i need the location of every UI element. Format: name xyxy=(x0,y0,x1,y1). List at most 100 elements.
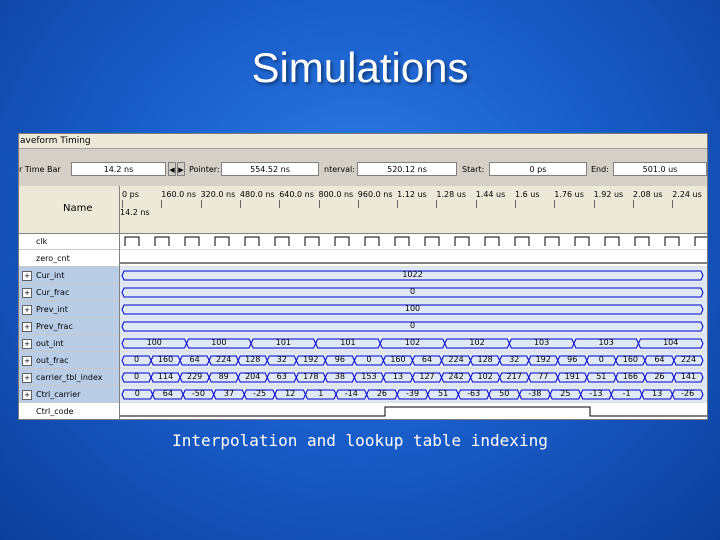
expand-icon[interactable]: + xyxy=(22,356,32,366)
expand-icon[interactable]: + xyxy=(22,305,32,315)
time-tick-label: 1.44 us xyxy=(475,190,506,199)
signal-row-name[interactable]: zero_cnt xyxy=(19,250,119,267)
signal-name-label: Prev_frac xyxy=(36,322,73,331)
signal-waveform[interactable]: 0 160 64 224 128 32 192 96 0 160 64 224 128 32 192 96 0 1… xyxy=(120,352,707,369)
bus-value-label: 0 xyxy=(133,372,140,381)
signal-row-name[interactable]: + out_frac xyxy=(19,352,119,369)
signal-waveform[interactable]: 0 64 -50 37 -25 12 1 -14 26 -39 51 -63 50 -38 25 -13 -1 1… xyxy=(120,386,707,403)
bus-value-label: 38 xyxy=(334,372,345,381)
bus-value-label: 32 xyxy=(509,355,520,364)
bus-value-label: 64 xyxy=(654,355,665,364)
signal-name-label: out_frac xyxy=(36,356,69,365)
bus-value-label: 50 xyxy=(499,389,510,398)
waveform-panel[interactable]: 0 ps 160.0 ns 320.0 ns 480.0 ns 640.0 ns 800.… xyxy=(120,186,707,419)
bus-value-label: 77 xyxy=(538,372,549,381)
interval-label: nterval: xyxy=(324,165,355,174)
bus-value-label: 25 xyxy=(560,389,571,398)
signal-waveform[interactable]: 100 100 101 101 102 102 103 103 104 xyxy=(120,335,707,352)
bus-value-label: -39 xyxy=(405,389,420,398)
signal-waveform[interactable]: 0 xyxy=(120,284,707,301)
interval-field[interactable]: 520.12 ns xyxy=(357,162,457,176)
bus-value-label: 12 xyxy=(285,389,296,398)
signal-row-name[interactable]: + Prev_frac xyxy=(19,318,119,335)
time-tick-mark xyxy=(200,200,202,208)
end-field[interactable]: 501.0 us xyxy=(613,162,707,176)
bus-value-label: 26 xyxy=(376,389,387,398)
time-bar-next-button[interactable]: ▶ xyxy=(177,162,185,176)
signal-row-name[interactable]: clk xyxy=(19,233,119,250)
name-header-label: Name xyxy=(63,203,93,214)
time-tick-label: 480.0 ns xyxy=(239,190,275,199)
bus-value-label: 127 xyxy=(419,372,435,381)
signal-row-name[interactable]: + Ctrl_carrier xyxy=(19,386,119,403)
bus-value-label: 51 xyxy=(437,389,449,398)
master-time-bar-field[interactable]: 14.2 ns xyxy=(71,162,166,176)
slide-title: Simulations xyxy=(251,44,469,91)
bus-value-label: 192 xyxy=(535,355,551,364)
signal-row-name[interactable]: Ctrl_code xyxy=(19,403,119,419)
bus-value-label: 102 xyxy=(469,338,485,347)
bus-value-label: 0 xyxy=(598,355,604,364)
bus-value-label: 103 xyxy=(533,338,550,347)
bus-value-label: 114 xyxy=(157,372,174,381)
expand-icon[interactable]: + xyxy=(22,339,32,349)
waveform-trace xyxy=(121,372,704,383)
bus-value-label: 204 xyxy=(245,372,261,381)
signal-waveform[interactable] xyxy=(120,233,707,250)
signal-waveform[interactable]: 0 114 229 89 204 63 178 38 153 13 127 242 102 217 77 19… xyxy=(120,369,707,386)
signal-waveform[interactable]: 1022 xyxy=(120,267,707,284)
expand-icon[interactable]: + xyxy=(22,322,32,332)
signal-name-label: carrier_tbl_index xyxy=(36,373,103,382)
bus-value-label: 32 xyxy=(276,355,287,364)
expand-icon[interactable]: + xyxy=(22,288,32,298)
bus-value-label: 242 xyxy=(448,372,464,381)
time-tick-label: 960.0 ns xyxy=(357,190,393,199)
name-column-header: Name xyxy=(19,186,119,234)
signal-name-label: zero_cnt xyxy=(36,254,70,263)
bus-value-label: 128 xyxy=(245,355,261,364)
time-tick-label: 0 ps xyxy=(122,190,139,199)
bus-value-label: 0 xyxy=(409,287,416,296)
bus-value-label: -63 xyxy=(467,389,481,398)
expand-icon[interactable]: + xyxy=(22,390,32,400)
start-field[interactable]: 0 ps xyxy=(489,162,587,176)
time-tick-mark xyxy=(632,200,634,208)
time-tick-label: 160.0 ns xyxy=(161,190,196,199)
pointer-label: Pointer: xyxy=(189,165,220,174)
bus-value-label: 13 xyxy=(652,389,663,398)
signal-waveform[interactable]: 100 xyxy=(120,301,707,318)
signal-name-label: clk xyxy=(36,237,48,246)
expand-icon[interactable]: + xyxy=(22,373,32,383)
bus-value-label: 0 xyxy=(134,389,140,398)
bus-value-label: -1 xyxy=(622,389,631,398)
bus-value-label: 96 xyxy=(567,355,578,364)
signal-row-name[interactable]: + Prev_int xyxy=(19,301,119,318)
signal-row-name[interactable]: + out_int xyxy=(19,335,119,352)
bus-value-label: 101 xyxy=(340,338,356,347)
time-tick-mark xyxy=(436,200,438,208)
bus-value-label: 153 xyxy=(361,372,377,381)
bus-value-label: 160 xyxy=(157,355,174,364)
time-tick-label: 2.24 us xyxy=(672,190,702,199)
bus-value-label: 104 xyxy=(663,338,679,347)
signal-name-label: Cur_int xyxy=(36,271,65,280)
signal-row-name[interactable]: + carrier_tbl_index xyxy=(19,369,119,386)
signal-name-label: out_int xyxy=(36,339,64,348)
bus-value-label: -14 xyxy=(344,389,358,398)
time-tick-label: 1.92 us xyxy=(593,190,624,199)
time-tick-mark xyxy=(161,200,163,208)
bus-value-label: 1 xyxy=(318,389,324,398)
bus-value-label: 26 xyxy=(654,372,665,381)
signal-waveform[interactable]: 0 xyxy=(120,318,707,335)
signal-waveform[interactable] xyxy=(120,403,707,419)
time-tick-mark xyxy=(279,200,281,208)
signal-row-name[interactable]: + Cur_frac xyxy=(19,284,119,301)
time-bar-prev-button[interactable]: ◀ xyxy=(168,162,176,176)
signal-waveform[interactable] xyxy=(120,250,707,267)
expand-icon[interactable]: + xyxy=(22,271,32,281)
bus-value-label: -38 xyxy=(528,389,542,398)
pointer-field[interactable]: 554.52 ns xyxy=(221,162,319,176)
bus-value-label: 229 xyxy=(186,372,203,381)
signal-row-name[interactable]: + Cur_int xyxy=(19,267,119,284)
bus-value-label: 13 xyxy=(392,372,404,381)
